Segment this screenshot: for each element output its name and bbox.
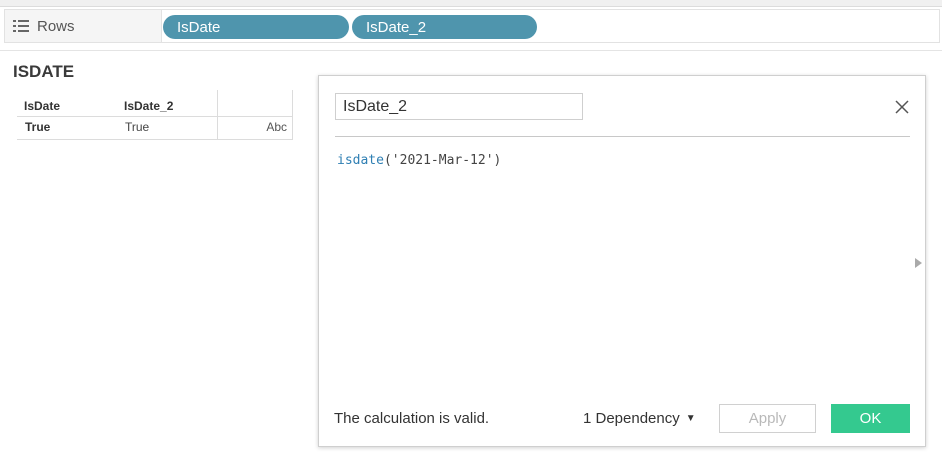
validation-status: The calculation is valid.	[334, 410, 490, 427]
shelf-divider	[0, 50, 942, 51]
rows-shelf: Rows IsDate IsDate_2	[4, 9, 940, 43]
table-right-border	[292, 90, 293, 140]
pill-isdate-2[interactable]: IsDate_2	[352, 15, 537, 39]
dialog-separator	[335, 136, 910, 137]
rows-list-icon	[13, 19, 29, 33]
caret-down-icon: ▼	[685, 413, 696, 424]
sheet-title: ISDATE	[13, 62, 75, 81]
table-bottom-border	[17, 139, 293, 140]
table-cell-isdate-2[interactable]: True	[125, 120, 149, 134]
data-table: IsDate IsDate_2 True True Abc	[17, 90, 293, 140]
table-column-divider	[217, 90, 218, 140]
top-strip	[0, 0, 942, 7]
dependency-label: 1 Dependency	[583, 410, 680, 427]
calculation-dialog: isdate('2021-Mar-12') The calculation is…	[318, 75, 926, 447]
table-cell-abc[interactable]: Abc	[266, 120, 287, 134]
expand-panel-button[interactable]	[914, 256, 924, 268]
rows-label-text: Rows	[37, 17, 75, 35]
dependency-dropdown[interactable]: 1 Dependency ▼	[583, 410, 696, 427]
column-header-isdate[interactable]: IsDate	[24, 99, 60, 113]
rows-shelf-label: Rows	[5, 10, 162, 42]
apply-button[interactable]: Apply	[719, 404, 816, 433]
formula-arguments: ('2021-Mar-12')	[383, 153, 502, 168]
triangle-right-icon	[915, 258, 922, 268]
formula-editor[interactable]: isdate('2021-Mar-12')	[337, 153, 501, 168]
calculation-name-input[interactable]	[335, 93, 583, 120]
formula-function: isdate	[337, 153, 384, 168]
close-icon	[895, 100, 909, 114]
column-header-isdate-2[interactable]: IsDate_2	[124, 99, 173, 113]
table-row-divider	[17, 116, 293, 117]
table-cell-isdate[interactable]: True	[25, 120, 50, 134]
pill-isdate[interactable]: IsDate	[163, 15, 349, 39]
ok-button[interactable]: OK	[831, 404, 910, 433]
close-button[interactable]	[891, 96, 913, 118]
